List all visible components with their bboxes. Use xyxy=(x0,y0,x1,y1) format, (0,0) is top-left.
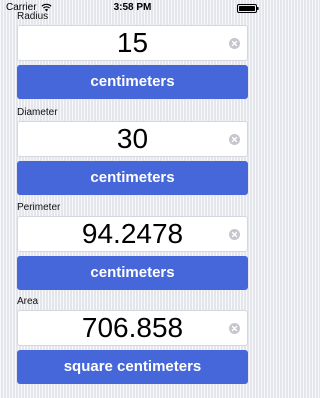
area-input[interactable] xyxy=(18,311,247,345)
area-label: Area xyxy=(17,296,39,307)
radius-field[interactable] xyxy=(17,25,248,61)
radius-label: Radius xyxy=(17,11,49,22)
perimeter-field[interactable] xyxy=(17,216,248,252)
diameter-input[interactable] xyxy=(18,122,247,156)
radius-input[interactable] xyxy=(18,26,247,60)
area-unit-button[interactable]: square centimeters xyxy=(17,350,248,384)
area-field[interactable] xyxy=(17,310,248,346)
clear-icon[interactable] xyxy=(229,38,240,49)
battery-icon xyxy=(237,4,259,13)
diameter-unit-button[interactable]: centimeters xyxy=(17,161,248,195)
perimeter-unit-button[interactable]: centimeters xyxy=(17,256,248,290)
clear-icon[interactable] xyxy=(229,134,240,145)
clear-icon[interactable] xyxy=(229,323,240,334)
radius-unit-button[interactable]: centimeters xyxy=(17,65,248,99)
perimeter-label: Perimeter xyxy=(17,202,61,213)
clear-icon[interactable] xyxy=(229,229,240,240)
diameter-field[interactable] xyxy=(17,121,248,157)
diameter-label: Diameter xyxy=(17,107,58,118)
perimeter-input[interactable] xyxy=(18,217,247,251)
